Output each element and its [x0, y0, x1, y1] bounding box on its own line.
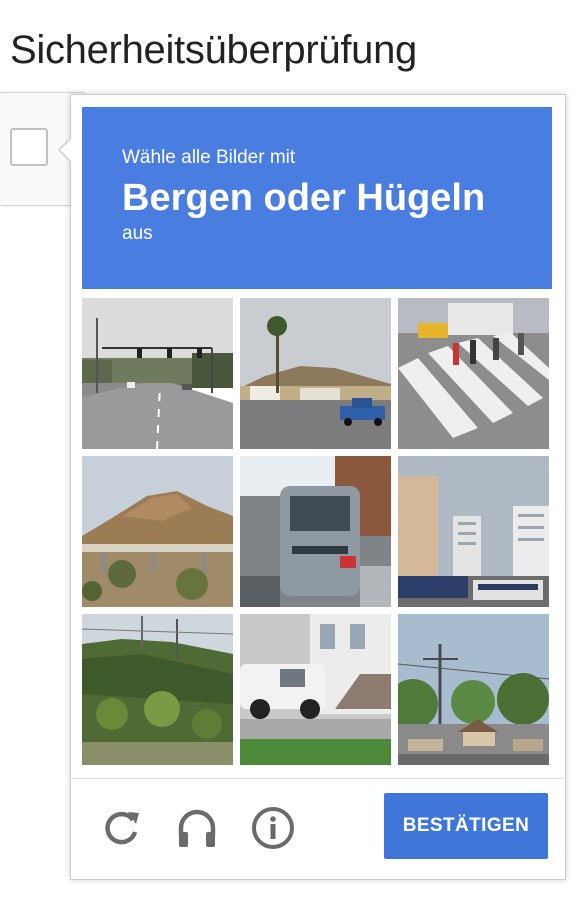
image-tile-6[interactable]	[398, 456, 549, 607]
tile-image-green-hill	[82, 614, 233, 765]
info-icon[interactable]	[250, 805, 296, 851]
image-tile-7[interactable]	[82, 614, 233, 765]
challenge-keyword: Bergen oder Hügeln	[122, 177, 486, 219]
image-tile-8[interactable]	[240, 614, 391, 765]
recaptcha-checkbox[interactable]	[10, 128, 48, 166]
tile-image-crosswalk	[398, 298, 549, 449]
popup-arrow-inner	[60, 139, 71, 161]
verify-button[interactable]: BESTÄTIGEN	[384, 793, 548, 859]
image-tile-4[interactable]	[82, 456, 233, 607]
image-tile-5[interactable]	[240, 456, 391, 607]
tile-image-pickup	[240, 614, 391, 765]
image-grid	[82, 298, 552, 768]
image-tile-3[interactable]	[398, 298, 549, 449]
tile-image-mountain	[82, 456, 233, 607]
image-tile-2[interactable]	[240, 298, 391, 449]
footer-divider	[70, 778, 564, 779]
headphones-icon[interactable]	[174, 805, 220, 851]
tile-image-palm-hill	[240, 298, 391, 449]
reload-icon[interactable]	[98, 805, 144, 851]
tile-image-houses	[398, 614, 549, 765]
image-tile-1[interactable]	[82, 298, 233, 449]
page-title: Sicherheitsüberprüfung	[10, 28, 417, 72]
instruction-suffix: aus	[122, 223, 153, 244]
instruction-text: Wähle alle Bilder mit	[122, 147, 296, 168]
challenge-header: Wähle alle Bilder mit Bergen oder Hügeln…	[82, 107, 552, 289]
tile-image-road	[82, 298, 233, 449]
tile-image-van	[240, 456, 391, 607]
tile-image-buildings	[398, 456, 549, 607]
image-tile-9[interactable]	[398, 614, 549, 765]
